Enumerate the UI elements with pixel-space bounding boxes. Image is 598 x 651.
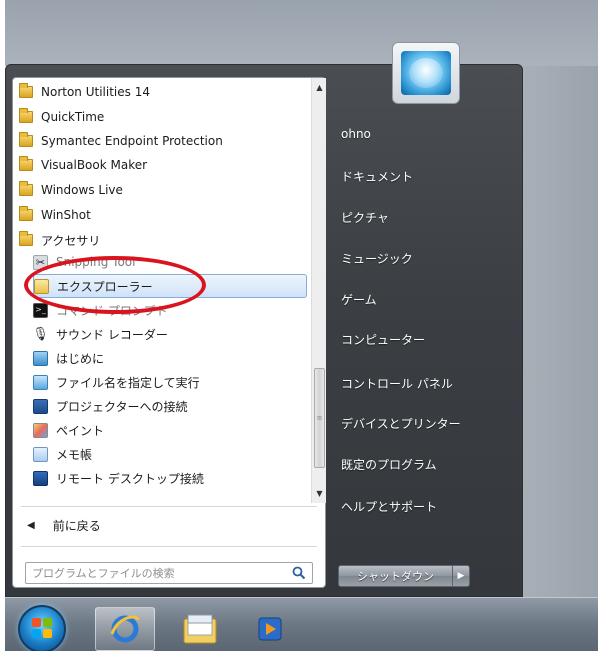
program-label: コマンド プロンプト [56, 303, 168, 318]
program-label: Norton Utilities 14 [41, 85, 150, 99]
microphone-icon: 🎙 [32, 326, 49, 342]
devices-printers-link[interactable]: デバイスとプリンター [341, 415, 461, 432]
folder-icon [19, 206, 33, 221]
folder-icon [19, 231, 33, 246]
back-button[interactable]: ◀ 前に戻る [27, 514, 227, 536]
command-prompt-icon: >_ [33, 302, 48, 318]
program-item-winshot[interactable]: WinShot [19, 203, 307, 227]
program-list: Norton Utilities 14 QuickTime Symantec E… [13, 78, 311, 503]
program-label: WinShot [41, 208, 91, 222]
program-item-remote-desktop[interactable]: リモート デスクトップ接続 [33, 466, 307, 490]
default-programs-link[interactable]: 既定のプログラム [341, 456, 437, 473]
program-label: VisualBook Maker [41, 158, 148, 172]
program-label: ファイル名を指定して実行 [56, 375, 200, 390]
user-folder-link[interactable]: ohno [341, 127, 371, 141]
program-item-paint[interactable]: ペイント [33, 418, 307, 442]
program-list-scrollbar[interactable]: ▲ ≡ ▼ [311, 78, 326, 503]
shutdown-options-arrow-icon[interactable]: ▶ [453, 565, 470, 587]
program-item-explorer[interactable]: エクスプローラー [33, 274, 307, 298]
search-placeholder: プログラムとファイルの検索 [32, 567, 175, 580]
documents-link[interactable]: ドキュメント [341, 168, 413, 185]
getting-started-icon [33, 350, 48, 366]
program-item-sound-recorder[interactable]: 🎙 サウンド レコーダー [32, 322, 307, 346]
explorer-icon [34, 278, 49, 294]
back-arrow-icon: ◀ [27, 519, 35, 531]
folder-icon [19, 156, 33, 171]
program-label: Symantec Endpoint Protection [41, 134, 223, 148]
program-pane: Norton Utilities 14 QuickTime Symantec E… [12, 77, 326, 588]
scroll-down-arrow-icon[interactable]: ▼ [312, 486, 327, 501]
folder-icon [19, 132, 33, 147]
back-label: 前に戻る [52, 518, 101, 533]
avatar-disc [409, 58, 443, 88]
pictures-link[interactable]: ピクチャ [341, 209, 389, 226]
program-label: はじめに [56, 351, 105, 366]
file-explorer-icon[interactable] [170, 607, 230, 651]
program-label: アクセサリ [41, 233, 101, 248]
program-item-snipping-tool[interactable]: ✂ Snipping Tool [33, 250, 307, 274]
program-label: Snipping Tool [56, 255, 136, 269]
scroll-up-arrow-icon[interactable]: ▲ [312, 80, 327, 95]
program-item-projector[interactable]: プロジェクターへの接続 [33, 394, 307, 418]
folder-icon [19, 108, 33, 123]
shutdown-button[interactable]: シャットダウン [338, 565, 453, 587]
program-item-command-prompt[interactable]: >_ コマンド プロンプト [33, 298, 307, 322]
windows-flag-icon [32, 618, 52, 638]
shutdown-control: シャットダウン ▶ [338, 565, 470, 587]
desktop-background [5, 0, 598, 66]
paint-icon [33, 422, 48, 438]
search-input[interactable]: プログラムとファイルの検索 [25, 562, 313, 584]
program-item-run[interactable]: ファイル名を指定して実行 [33, 370, 307, 394]
program-item-visualbook-maker[interactable]: VisualBook Maker [19, 153, 307, 177]
snipping-tool-icon: ✂ [33, 254, 48, 270]
music-link[interactable]: ミュージック [341, 250, 413, 267]
program-item-windows-live[interactable]: Windows Live [19, 178, 307, 202]
remote-desktop-icon [33, 470, 48, 486]
desktop-background-right [518, 66, 598, 597]
program-item-accessories[interactable]: アクセサリ [19, 228, 307, 252]
program-label: エクスプローラー [57, 279, 153, 294]
start-orb-icon[interactable] [18, 605, 66, 651]
projector-icon [33, 398, 48, 414]
notepad-icon [33, 446, 48, 462]
folder-icon [19, 181, 33, 196]
run-icon [33, 374, 48, 390]
program-label: メモ帳 [56, 447, 93, 462]
computer-link[interactable]: コンピューター [341, 331, 425, 348]
divider [21, 546, 317, 547]
program-label: Windows Live [41, 183, 123, 197]
program-label: ペイント [56, 423, 105, 438]
program-label: サウンド レコーダー [56, 327, 168, 342]
folder-icon [19, 83, 33, 98]
control-panel-link[interactable]: コントロール パネル [341, 375, 453, 392]
internet-explorer-icon[interactable] [95, 607, 155, 651]
program-item-getting-started[interactable]: はじめに [33, 346, 307, 370]
avatar-image [401, 51, 451, 95]
program-item-symantec[interactable]: Symantec Endpoint Protection [19, 129, 307, 153]
games-link[interactable]: ゲーム [341, 291, 377, 308]
program-label: プロジェクターへの接続 [56, 399, 188, 414]
program-item-notepad[interactable]: メモ帳 [33, 442, 307, 466]
program-item-norton-utilities[interactable]: Norton Utilities 14 [19, 80, 307, 104]
media-player-icon[interactable] [240, 607, 300, 651]
scroll-thumb[interactable]: ≡ [314, 368, 325, 468]
program-label: リモート デスクトップ接続 [56, 471, 204, 486]
divider [21, 506, 317, 507]
taskbar [5, 597, 598, 651]
program-label: QuickTime [41, 110, 105, 124]
help-support-link[interactable]: ヘルプとサポート [341, 498, 437, 515]
program-item-quicktime[interactable]: QuickTime [19, 105, 307, 129]
search-icon[interactable] [292, 566, 306, 580]
avatar [392, 42, 460, 104]
